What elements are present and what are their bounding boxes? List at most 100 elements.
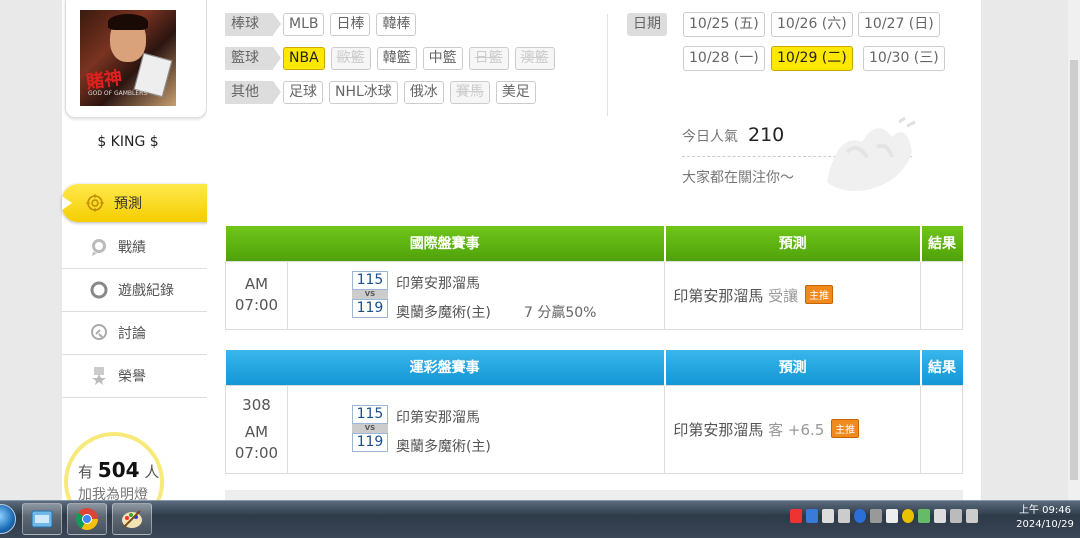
taskbar: 上午 09:46 2024/10/29 (0, 500, 1080, 538)
medal-icon (90, 367, 108, 385)
date-chip-1029[interactable]: 10/29 (二) (771, 46, 853, 71)
tray-app-icon[interactable] (870, 509, 882, 523)
popularity-label: 今日人氣 (682, 129, 738, 145)
tray-app-icon[interactable] (838, 509, 850, 523)
input-method-icon[interactable] (822, 509, 834, 523)
watching-text: 大家都在關注你～ (682, 170, 794, 186)
chip-mlb[interactable]: MLB (283, 13, 325, 36)
nav-item-game-log[interactable]: 遊戲紀錄 (62, 269, 208, 312)
score-box: 115 VS 119 (351, 270, 388, 318)
sports-lottery-header: 運彩盤賽事 (225, 350, 666, 385)
pick-team: 印第安那溜馬 (673, 420, 764, 439)
paint-icon[interactable] (112, 503, 152, 535)
chip-kbo[interactable]: 韓棒 (376, 13, 417, 36)
chip-horse-racing: 賽馬 (449, 81, 490, 104)
clock-date: 2024/10/29 (1016, 519, 1074, 530)
international-header: 國際盤賽事 (225, 226, 666, 261)
sidebar-nav: 預測 戰績 遊戲紀錄 討論 榮譽 (62, 184, 214, 398)
page-scrollbar[interactable] (1068, 0, 1080, 500)
matchup: 115 VS 119 印第安那溜馬 奧蘭多魔術(主) (286, 384, 666, 474)
chip-korea-basketball[interactable]: 韓籃 (376, 47, 417, 70)
team-away[interactable]: 印第安那溜馬 (396, 273, 480, 293)
start-button[interactable] (0, 504, 16, 534)
game-number: 308 (242, 395, 271, 414)
score-home: 119 (351, 298, 388, 318)
chip-russia-hockey[interactable]: 俄冰 (403, 81, 444, 104)
avatar-card: 賭神 GOD OF GAMBLERS (65, 0, 207, 118)
score-away: 115 (351, 404, 388, 424)
volume-icon[interactable] (966, 509, 978, 523)
network-icon[interactable] (950, 509, 962, 523)
avatar[interactable]: 賭神 GOD OF GAMBLERS (80, 10, 176, 106)
chip-australia-basketball: 澳籃 (514, 47, 555, 70)
chip-nhl[interactable]: NHL冰球 (329, 81, 398, 104)
target-icon (86, 194, 104, 212)
filter-row-other: 其他 足球 NHL冰球 俄冰 賽馬 美足 (225, 81, 536, 104)
result-header: 結果 (920, 350, 963, 385)
fans-count: 504 (97, 458, 140, 482)
prediction-cell: 印第安那溜馬 客 +6.5 主推 (664, 384, 922, 474)
chip-china-basketball[interactable]: 中籃 (422, 47, 463, 70)
help-icon[interactable] (854, 509, 866, 523)
ring-icon (90, 281, 108, 299)
game-time: 308 AM 07:00 (225, 384, 288, 474)
main-panel: 棒球 MLB 日棒 韓棒 籃球 NBA 歐籃 韓籃 中籃 日籃 澳籃 其他 足球… (207, 0, 981, 500)
chip-euro-basketball: 歐籃 (330, 47, 371, 70)
prediction-cell: 印第安那溜馬 受讓 主推 (664, 260, 922, 330)
system-tray (790, 509, 978, 523)
table-row: AM 07:00 115 VS 119 印第安那溜馬 奧蘭多魔術(主) 7 分贏… (225, 260, 963, 330)
tray-app-icon[interactable] (790, 509, 802, 523)
chrome-icon[interactable] (67, 503, 107, 535)
international-table: 國際盤賽事 預測 結果 AM 07:00 115 VS 119 印第安那溜馬 奧… (225, 226, 963, 330)
filter-row-baseball: 棒球 MLB 日棒 韓棒 (225, 13, 417, 36)
date-label: 日期 (627, 13, 667, 36)
nav-label: 遊戲紀錄 (118, 283, 174, 299)
result-cell (920, 384, 963, 474)
date-chip-1025[interactable]: 10/25 (五) (683, 12, 765, 37)
score-home: 119 (351, 432, 388, 452)
vs-label: VS (351, 423, 388, 433)
prediction-header: 預測 (664, 350, 922, 385)
nav-item-prediction[interactable]: 預測 (62, 184, 214, 222)
date-chip-1028[interactable]: 10/28 (一) (683, 46, 765, 71)
team-home[interactable]: 奧蘭多魔術(主) (396, 302, 491, 322)
date-chip-1027[interactable]: 10/27 (日) (858, 12, 940, 37)
category-label-basketball: 籃球 (225, 47, 281, 70)
tray-app-icon[interactable] (918, 509, 930, 523)
team-away[interactable]: 印第安那溜馬 (396, 407, 480, 427)
pick-team: 印第安那溜馬 (673, 286, 764, 305)
username: $ KING $ (97, 134, 159, 150)
chip-soccer[interactable]: 足球 (283, 81, 323, 104)
chip-npb[interactable]: 日棒 (330, 13, 371, 36)
score-away: 115 (351, 270, 388, 290)
chip-nba[interactable]: NBA (283, 47, 325, 70)
result-header: 結果 (920, 226, 963, 261)
filter-divider (607, 14, 608, 116)
chip-japan-basketball: 日籃 (468, 47, 509, 70)
scrollbar-thumb[interactable] (1070, 60, 1078, 480)
main-pick-badge: 主推 (804, 284, 833, 304)
table-row: 308 AM 07:00 115 VS 119 印第安那溜馬 奧蘭多魔術(主) … (225, 384, 963, 474)
matchup: 115 VS 119 印第安那溜馬 奧蘭多魔術(主) 7 分贏50% (286, 260, 666, 330)
result-cell (920, 260, 963, 330)
explorer-icon[interactable] (22, 503, 62, 535)
date-chip-1030[interactable]: 10/30 (三) (863, 46, 945, 71)
pick-type: 受讓 (768, 286, 799, 305)
nav-label: 戰績 (118, 240, 146, 256)
team-home[interactable]: 奧蘭多魔術(主) (396, 436, 491, 456)
nav-item-discussion[interactable]: 討論 (62, 312, 208, 355)
date-chip-1026[interactable]: 10/26 (六) (771, 12, 853, 37)
nav-item-record[interactable]: 戰績 (62, 226, 208, 269)
chip-american-football[interactable]: 美足 (495, 81, 536, 104)
category-label-baseball: 棒球 (225, 13, 281, 36)
fans-prefix: 有 (78, 463, 94, 481)
prediction-header: 預測 (664, 226, 922, 261)
flag-icon[interactable] (934, 509, 946, 523)
tray-app-icon[interactable] (886, 509, 898, 523)
tray-app-icon[interactable] (902, 509, 914, 523)
next-table-header (225, 490, 963, 500)
magnifier-icon (90, 324, 108, 342)
tray-app-icon[interactable] (806, 509, 818, 523)
nav-item-honor[interactable]: 榮譽 (62, 355, 208, 398)
clock[interactable]: 上午 09:46 2024/10/29 (1012, 504, 1078, 532)
